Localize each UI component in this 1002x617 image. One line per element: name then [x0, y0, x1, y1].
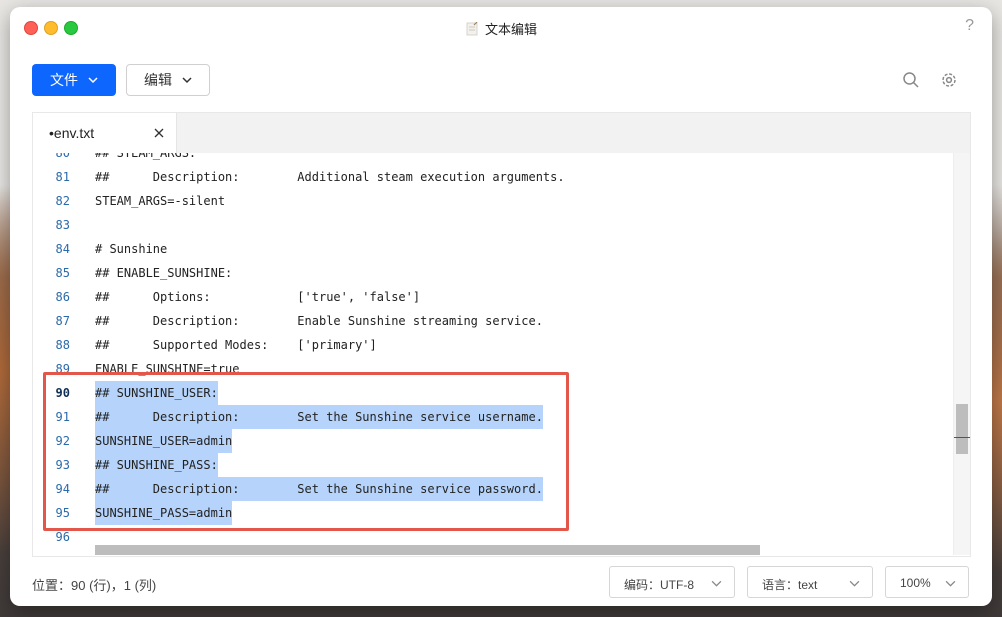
status-bar: 位置：90 (行)，1 (列) 编码：UTF-8 语言：text 100%	[32, 565, 970, 599]
encoding-select[interactable]: 编码：UTF-8	[609, 566, 735, 598]
chevron-down-icon	[88, 77, 98, 84]
line-text: ## Supported Modes: ['primary']	[95, 338, 377, 352]
code-line[interactable]: 81 ## Description: Additional steam execu…	[33, 165, 953, 189]
horizontal-scroll-thumb[interactable]	[95, 545, 760, 555]
scroll-position-marker	[954, 437, 970, 438]
line-number: 87	[55, 314, 70, 328]
line-text: ## Description: Additional steam executi…	[95, 170, 565, 184]
gear-icon[interactable]	[940, 71, 958, 89]
line-number: 89	[55, 362, 70, 376]
line-number: 80	[55, 153, 70, 160]
line-number: 95	[55, 506, 70, 520]
note-icon	[466, 22, 478, 36]
title-bar: 文本编辑 ?	[10, 7, 992, 47]
line-text: ## Description: Set the Sunshine service…	[95, 477, 543, 501]
line-number: 88	[55, 338, 70, 352]
line-number: 84	[55, 242, 70, 256]
code-line[interactable]: 80 ## STEAM_ARGS:	[33, 153, 953, 165]
tab-label: •env.txt	[49, 125, 94, 141]
code-area[interactable]: 80 ## STEAM_ARGS: 81 ## Description: Additi…	[33, 153, 953, 555]
line-number: 92	[55, 434, 70, 448]
line-number: 94	[55, 482, 70, 496]
line-number: 93	[55, 458, 70, 472]
encoding-value: 编码：UTF-8	[624, 578, 694, 592]
code-line[interactable]: 82 STEAM_ARGS=-silent	[33, 189, 953, 213]
line-text: ## Description: Set the Sunshine service…	[95, 405, 543, 429]
line-text: # Sunshine	[95, 242, 168, 256]
chevron-down-icon	[945, 580, 956, 587]
line-text: STEAM_ARGS=-silent	[95, 194, 226, 208]
search-icon[interactable]	[902, 71, 920, 89]
line-number: 82	[55, 194, 70, 208]
line-number: 96	[55, 530, 70, 544]
line-text: ENABLE_SUNSHINE=true	[95, 362, 240, 376]
line-text: ## ENABLE_SUNSHINE:	[95, 266, 233, 280]
code-line[interactable]: 83	[33, 213, 953, 237]
code-line[interactable]: 95 SUNSHINE_PASS=admin	[33, 501, 953, 525]
code-line[interactable]: 84 # Sunshine	[33, 237, 953, 261]
toolbar: 文件 编辑	[32, 64, 970, 96]
help-button[interactable]: ?	[965, 17, 974, 35]
vertical-scrollbar[interactable]	[953, 153, 970, 555]
line-number: 85	[55, 266, 70, 280]
line-number: 91	[55, 410, 70, 424]
code-line[interactable]: 89 ENABLE_SUNSHINE=true	[33, 357, 953, 381]
line-number: 81	[55, 170, 70, 184]
file-menu-button[interactable]: 文件	[32, 64, 116, 96]
line-number: 90	[55, 386, 70, 400]
code-line[interactable]: 86 ## Options: ['true', 'false']	[33, 285, 953, 309]
language-value: 语言：text	[762, 578, 818, 592]
line-number: 86	[55, 290, 70, 304]
line-text: ## Description: Enable Sunshine streamin…	[95, 314, 543, 328]
edit-menu-label: 编辑	[144, 72, 172, 88]
code-line[interactable]: 88 ## Supported Modes: ['primary']	[33, 333, 953, 357]
edit-menu-button[interactable]: 编辑	[126, 64, 210, 96]
code-line[interactable]: 92 SUNSHINE_USER=admin	[33, 429, 953, 453]
line-number: 83	[55, 218, 70, 232]
language-select[interactable]: 语言：text	[747, 566, 873, 598]
line-text: ## Options: ['true', 'false']	[95, 290, 421, 304]
text-editor-window: 文本编辑 ? 文件 编辑 •env.txt 80 ## STEAM_ARGS: …	[10, 7, 992, 606]
file-menu-label: 文件	[50, 72, 78, 88]
zoom-value: 100%	[900, 576, 931, 590]
tab-filename: env.txt	[53, 125, 95, 141]
chevron-down-icon	[711, 580, 722, 587]
line-text: SUNSHINE_USER=admin	[95, 429, 233, 453]
vertical-scroll-thumb[interactable]	[956, 404, 968, 454]
line-text: ## SUNSHINE_PASS:	[95, 453, 218, 477]
chevron-down-icon	[849, 580, 860, 587]
chevron-down-icon	[182, 77, 192, 84]
editor-panel: •env.txt 80 ## STEAM_ARGS: 81 ## Descriptio…	[32, 112, 971, 557]
code-line[interactable]: 90 ## SUNSHINE_USER:	[33, 381, 953, 405]
zoom-select[interactable]: 100%	[885, 566, 969, 598]
code-line[interactable]: 93 ## SUNSHINE_PASS:	[33, 453, 953, 477]
line-text: SUNSHINE_PASS=admin	[95, 501, 233, 525]
tab-env-txt[interactable]: •env.txt	[33, 113, 177, 153]
code-line[interactable]: 87 ## Description: Enable Sunshine stream…	[33, 309, 953, 333]
close-icon[interactable]	[152, 126, 166, 140]
line-text: ## SUNSHINE_USER:	[95, 381, 218, 405]
window-title: 文本编辑	[10, 19, 992, 38]
tab-bar: •env.txt	[33, 113, 970, 153]
window-title-text: 文本编辑	[484, 22, 537, 37]
code-line[interactable]: 91 ## Description: Set the Sunshine servi…	[33, 405, 953, 429]
line-text: ## STEAM_ARGS:	[95, 153, 197, 160]
code-line[interactable]: 94 ## Description: Set the Sunshine servi…	[33, 477, 953, 501]
cursor-position: 位置：90 (行)，1 (列)	[32, 578, 157, 593]
code-line[interactable]: 85 ## ENABLE_SUNSHINE:	[33, 261, 953, 285]
